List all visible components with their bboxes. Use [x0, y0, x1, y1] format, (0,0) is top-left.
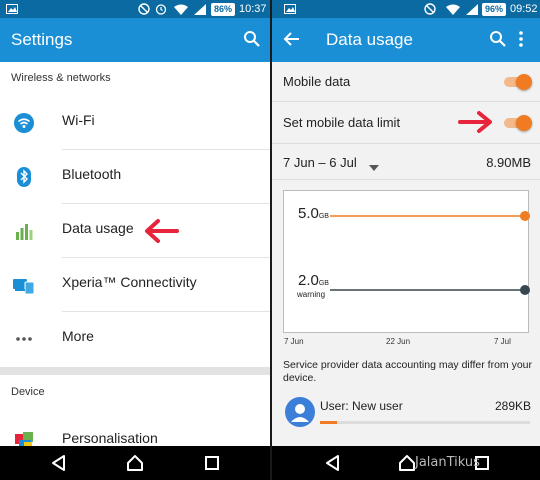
- user-usage-fill: [320, 421, 337, 424]
- data-limit-label: Set mobile data limit: [283, 115, 401, 130]
- app-bar: Settings: [0, 18, 270, 62]
- user-usage-row[interactable]: User: New user 289KB: [272, 391, 540, 431]
- settings-item-wifi[interactable]: Wi-Fi: [0, 96, 270, 150]
- user-usage: 289KB: [494, 399, 531, 413]
- x-axis-label-mid: 22 Jun: [386, 337, 411, 346]
- back-arrow-icon[interactable]: [283, 30, 303, 50]
- clock: 09:52: [510, 3, 538, 15]
- highlight-arrow-icon: [143, 218, 179, 249]
- warning-label: warning: [297, 290, 326, 299]
- data-usage-content: Mobile data Set mobile data limit 7 Jun …: [272, 62, 540, 446]
- battery-icon: 96%: [482, 2, 507, 16]
- alarm-icon: [155, 2, 167, 16]
- data-limit-row[interactable]: Set mobile data limit: [272, 102, 540, 144]
- bluetooth-icon: [12, 166, 36, 188]
- battery-icon: 86%: [211, 2, 236, 16]
- settings-screen: 86% 10:37 Settings Wireless & networks W…: [0, 0, 270, 480]
- settings-item-label: Bluetooth: [62, 166, 122, 182]
- data-usage-graph: 5.0GB 2.0GB warning: [283, 190, 530, 333]
- page-title: Data usage: [326, 30, 413, 49]
- recents-nav-icon[interactable]: [203, 454, 221, 472]
- data-usage-screen: 96% 09:52 Data usage Mobile data Set mob…: [272, 0, 540, 480]
- limit-handle: [520, 211, 530, 221]
- dropdown-caret-icon[interactable]: [369, 158, 379, 176]
- screenshot-notification-icon: [6, 2, 18, 16]
- limit-value: 5.0GB: [298, 205, 329, 222]
- settings-item-label: Personalisation: [62, 430, 158, 446]
- divider: [272, 179, 540, 180]
- overflow-menu-icon[interactable]: [518, 30, 530, 50]
- back-nav-icon[interactable]: [324, 454, 342, 472]
- settings-item-data-usage[interactable]: Data usage: [0, 204, 270, 258]
- section-divider: [0, 367, 270, 375]
- back-nav-icon[interactable]: [50, 454, 68, 472]
- cell-signal-icon: [466, 2, 478, 16]
- section-header-wireless: Wireless & networks: [11, 72, 111, 84]
- page-title: Settings: [11, 30, 73, 49]
- highlight-arrow-icon: [458, 110, 496, 139]
- user-usage-bar: [320, 421, 530, 424]
- home-nav-icon[interactable]: [398, 454, 416, 472]
- wifi-signal-icon: [446, 2, 460, 16]
- limit-unit: GB: [318, 213, 329, 220]
- do-not-disturb-icon: [424, 2, 436, 16]
- data-usage-icon: [12, 220, 36, 242]
- status-bar: 96% 09:52: [272, 0, 540, 18]
- toggle-knob: [516, 74, 532, 90]
- settings-item-bluetooth[interactable]: Bluetooth: [0, 150, 270, 204]
- search-icon[interactable]: [489, 30, 509, 50]
- section-header-device: Device: [11, 386, 45, 398]
- clock: 10:37: [239, 3, 267, 15]
- navigation-bar: [0, 446, 270, 480]
- user-name: User: New user: [320, 399, 403, 413]
- do-not-disturb-icon: [138, 2, 150, 16]
- settings-list: Wireless & networks Wi-Fi Bluetooth Data…: [0, 62, 270, 450]
- accounting-note: Service provider data accounting may dif…: [283, 359, 533, 384]
- toggle-knob: [516, 115, 532, 131]
- xperia-connectivity-icon: [12, 274, 36, 296]
- app-bar: Data usage: [272, 18, 540, 62]
- screenshot-notification-icon: [284, 2, 296, 16]
- data-limit-toggle[interactable]: [502, 114, 532, 132]
- settings-item-label: Wi-Fi: [62, 112, 95, 128]
- user-avatar-icon: [285, 397, 315, 432]
- battery-level: 96%: [482, 2, 507, 16]
- warning-number: 2.0: [298, 272, 319, 289]
- warning-unit: GB: [318, 280, 329, 287]
- warning-handle: [520, 285, 530, 295]
- settings-item-more[interactable]: More: [0, 312, 270, 366]
- cycle-row[interactable]: 7 Jun – 6 Jul 8.90MB: [272, 144, 540, 180]
- warning-value: 2.0GB: [298, 272, 329, 289]
- watermark-text: JalanTikus: [415, 455, 480, 470]
- cycle-range: 7 Jun – 6 Jul: [283, 155, 357, 170]
- more-dots-icon: [12, 328, 36, 350]
- mobile-data-toggle[interactable]: [502, 73, 532, 91]
- wifi-icon: [12, 112, 36, 134]
- settings-item-label: Data usage: [62, 220, 134, 236]
- settings-item-label: More: [62, 328, 94, 344]
- mobile-data-row[interactable]: Mobile data: [272, 62, 540, 102]
- cycle-total: 8.90MB: [486, 155, 531, 170]
- settings-item-xperia-connectivity[interactable]: Xperia™ Connectivity: [0, 258, 270, 312]
- battery-level: 86%: [211, 2, 236, 16]
- navigation-bar: JalanTikus: [272, 446, 540, 480]
- status-bar: 86% 10:37: [0, 0, 270, 18]
- cell-signal-icon: [194, 2, 206, 16]
- limit-number: 5.0: [298, 205, 319, 222]
- wifi-signal-icon: [174, 2, 188, 16]
- settings-item-label: Xperia™ Connectivity: [62, 274, 197, 290]
- x-axis-label-end: 7 Jul: [494, 337, 511, 346]
- home-nav-icon[interactable]: [126, 454, 144, 472]
- mobile-data-label: Mobile data: [283, 74, 351, 89]
- x-axis-label-start: 7 Jun: [284, 337, 304, 346]
- search-icon[interactable]: [243, 30, 263, 50]
